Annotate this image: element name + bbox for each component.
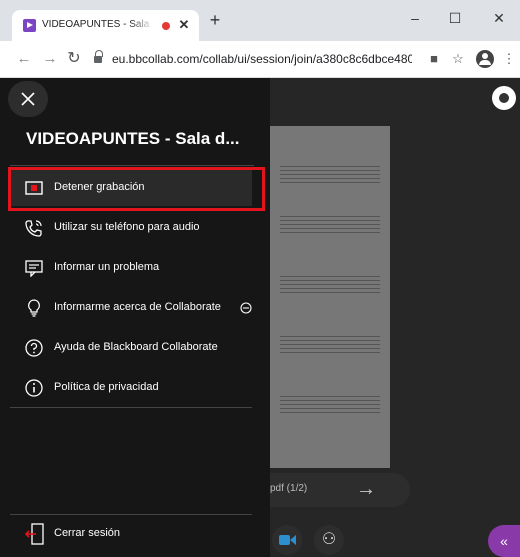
info-icon bbox=[25, 379, 43, 397]
camera-blocked-icon[interactable]: ■ bbox=[425, 50, 443, 68]
tab-close-icon[interactable]: ✕ bbox=[176, 16, 192, 34]
share-content-button[interactable]: ⚇ bbox=[314, 525, 344, 555]
menu-item-label: Informar un problema bbox=[54, 261, 160, 273]
lightbulb-icon bbox=[28, 299, 40, 317]
maximize-button[interactable]: ☐ bbox=[440, 8, 470, 28]
back-icon[interactable]: ← bbox=[14, 49, 34, 69]
menu-item-label: Ayuda de Blackboard Collaborate bbox=[54, 341, 218, 353]
divider bbox=[10, 165, 254, 166]
collaborate-favicon-icon bbox=[23, 19, 36, 32]
session-menu: VIDEOAPUNTES - Sala d... Detener grabaci… bbox=[0, 78, 270, 557]
bookmark-star-icon[interactable]: ☆ bbox=[449, 50, 467, 68]
close-icon bbox=[21, 92, 35, 106]
profile-avatar[interactable] bbox=[476, 50, 494, 68]
browser-window: VIDEOAPUNTES - Sala del cu ✕ + – ☐ ✕ ← →… bbox=[0, 0, 520, 557]
document-navigation: pdf (1/2) → bbox=[250, 473, 410, 507]
menu-item-help[interactable]: Ayuda de Blackboard Collaborate bbox=[10, 330, 252, 366]
menu-item-privacy[interactable]: Política de privacidad bbox=[10, 370, 252, 406]
report-problem-icon bbox=[25, 260, 43, 277]
next-page-button[interactable]: → bbox=[354, 477, 378, 501]
menu-item-label: Informarme acerca de Collaborate bbox=[54, 301, 221, 313]
phone-icon bbox=[25, 220, 42, 237]
reload-icon[interactable]: ↻ bbox=[64, 49, 84, 69]
session-title: VIDEOAPUNTES - Sala d... bbox=[26, 129, 240, 148]
url-text: eu.bbcollab.com/collab/ui/session/join/a… bbox=[112, 52, 412, 66]
logout-button[interactable]: Cerrar sesión bbox=[10, 516, 210, 552]
open-panel-button[interactable]: « bbox=[488, 525, 520, 557]
minimize-button[interactable]: – bbox=[400, 8, 430, 28]
shared-document bbox=[270, 126, 390, 468]
menu-item-about-collaborate[interactable]: Informarme acerca de Collaborate bbox=[10, 290, 252, 326]
menu-item-label: Utilizar su teléfono para audio bbox=[54, 221, 200, 233]
tab-strip: VIDEOAPUNTES - Sala del cu ✕ + – ☐ ✕ bbox=[0, 0, 520, 41]
menu-item-phone-audio[interactable]: Utilizar su teléfono para audio bbox=[10, 210, 252, 246]
address-bar[interactable]: eu.bbcollab.com/collab/ui/session/join/a… bbox=[90, 47, 435, 72]
logout-label: Cerrar sesión bbox=[54, 527, 121, 539]
page-indicator: pdf (1/2) bbox=[270, 483, 308, 494]
lock-icon bbox=[94, 50, 103, 64]
more-options-icon[interactable]: ⋮ bbox=[500, 50, 518, 68]
divider bbox=[10, 407, 252, 408]
new-tab-button[interactable]: + bbox=[206, 11, 224, 29]
camera-button[interactable] bbox=[272, 525, 302, 555]
logout-icon bbox=[25, 523, 44, 545]
browser-tab[interactable]: VIDEOAPUNTES - Sala del cu ✕ bbox=[12, 10, 199, 41]
recording-indicator-icon bbox=[162, 22, 170, 30]
menu-item-report-problem[interactable]: Informar un problema bbox=[10, 250, 252, 286]
divider bbox=[10, 514, 252, 515]
window-close-button[interactable]: ✕ bbox=[484, 8, 514, 28]
collapse-icon[interactable] bbox=[240, 302, 252, 314]
highlight-box bbox=[8, 167, 265, 211]
close-menu-button[interactable] bbox=[8, 81, 48, 117]
record-status-button[interactable] bbox=[492, 86, 516, 110]
help-icon bbox=[25, 339, 43, 357]
forward-icon[interactable]: → bbox=[40, 49, 60, 69]
browser-toolbar: ← → ↻ eu.bbcollab.com/collab/ui/session/… bbox=[0, 41, 520, 78]
menu-item-label: Política de privacidad bbox=[54, 381, 159, 393]
